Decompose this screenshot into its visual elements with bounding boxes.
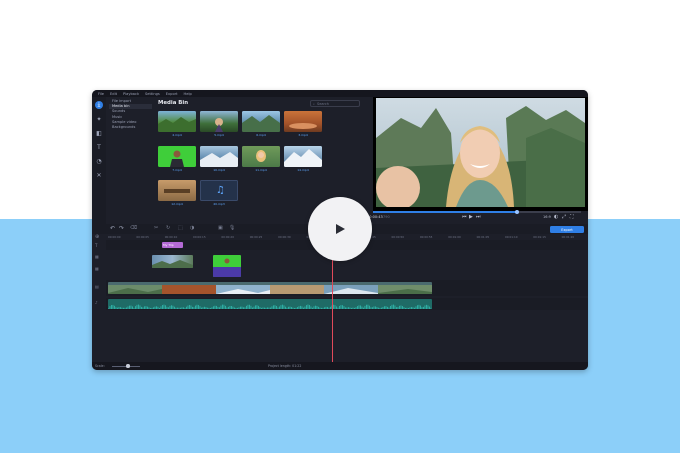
status-bar: Scale: Project length: 01:22 bbox=[92, 362, 588, 370]
undo-icon[interactable]: ↶ bbox=[110, 225, 115, 232]
overlay-clip[interactable] bbox=[152, 255, 193, 268]
music-note-icon: ♫ bbox=[216, 185, 225, 196]
import-nav: File import Media bin Sounds Music Sampl… bbox=[109, 99, 152, 219]
menu-bar: File Edit Playback Settings Export Help bbox=[92, 90, 588, 97]
project-length: Project length: 01:22 bbox=[268, 364, 302, 368]
preview-player[interactable] bbox=[373, 97, 588, 211]
magic-wand-icon[interactable]: ✦ bbox=[95, 115, 103, 123]
media-thumb[interactable] bbox=[158, 146, 196, 167]
crop-icon[interactable]: ⬚ bbox=[178, 225, 183, 231]
media-thumb-label: 7.mp4 bbox=[172, 168, 182, 172]
main-video-clip[interactable] bbox=[108, 282, 432, 294]
ruler-tick: 00:00:20 bbox=[221, 234, 234, 239]
media-thumb-label: 11.mp4 bbox=[255, 168, 267, 172]
progress-fill bbox=[373, 211, 517, 213]
aspect-ratio[interactable]: 16:9 bbox=[543, 215, 551, 219]
ruler-tick: 00:00:50 bbox=[391, 234, 405, 239]
ruler-tick: 00:00:10 bbox=[164, 234, 178, 239]
audio-clip[interactable] bbox=[108, 299, 432, 309]
play-icon[interactable]: ▶ bbox=[469, 214, 473, 220]
ruler-tick: 00:00:05 bbox=[136, 234, 149, 239]
ruler-tick: 00:00:15 bbox=[193, 234, 206, 239]
fullscreen-icon[interactable]: ⛶ bbox=[570, 214, 574, 220]
import-tool-icon[interactable]: ⤓ bbox=[95, 101, 103, 109]
add-track-icon[interactable]: ⊕ bbox=[95, 234, 99, 240]
media-thumb-label: 40.mp3 bbox=[213, 202, 225, 206]
media-thumb[interactable] bbox=[242, 146, 280, 167]
nav-backgrounds[interactable]: Backgrounds bbox=[109, 125, 152, 130]
zoom-handle[interactable] bbox=[126, 364, 130, 368]
menu-settings[interactable]: Settings bbox=[145, 92, 160, 96]
export-button[interactable]: Export bbox=[550, 226, 584, 233]
media-search-input[interactable]: ⌕ Search bbox=[310, 100, 360, 107]
media-thumb[interactable] bbox=[158, 111, 196, 132]
titles-icon[interactable]: T bbox=[95, 143, 103, 151]
tool-sidebar: ⤓ ✦ ◧ T ◔ ✕ bbox=[92, 97, 106, 225]
media-thumb[interactable] bbox=[284, 146, 322, 167]
media-thumb[interactable]: ♫ bbox=[200, 180, 238, 201]
playback-progress-bar[interactable] bbox=[373, 209, 581, 214]
redo-icon[interactable]: ↷ bbox=[119, 225, 124, 232]
media-thumb[interactable] bbox=[158, 180, 196, 201]
menu-file[interactable]: File bbox=[98, 92, 104, 96]
media-thumb-label: 14.mp4 bbox=[297, 168, 309, 172]
overlay-track-icon: ▦ bbox=[95, 266, 99, 271]
media-thumb-label: 5.mp4 bbox=[214, 133, 224, 137]
ruler-tick: 00:01:15 bbox=[533, 234, 546, 239]
ruler-tick: 00:01:10 bbox=[504, 234, 518, 239]
ruler-tick: 00:00:25 bbox=[249, 234, 263, 239]
audio-track-icon: ♪ bbox=[95, 300, 98, 305]
skip-back-icon[interactable]: ⏮ bbox=[462, 214, 467, 220]
stickers-icon[interactable]: ◔ bbox=[95, 157, 103, 165]
timecode-suffix: 790 bbox=[383, 215, 390, 219]
media-thumb[interactable] bbox=[200, 111, 238, 132]
skip-forward-icon[interactable]: ⏭ bbox=[476, 214, 481, 220]
title-clip[interactable]: My Trip bbox=[162, 242, 183, 248]
delete-icon[interactable]: ⌫ bbox=[130, 225, 137, 231]
media-thumb-label: 6.mp4 bbox=[256, 133, 266, 137]
title-clip-label: My Trip bbox=[163, 243, 174, 247]
cut-icon[interactable]: ✂ bbox=[154, 225, 158, 231]
ruler-tick: 00:00:55 bbox=[419, 234, 433, 239]
search-placeholder: Search bbox=[316, 101, 329, 106]
media-thumb[interactable] bbox=[200, 146, 238, 167]
media-thumb[interactable] bbox=[242, 111, 280, 132]
scale-label: Scale: bbox=[95, 364, 105, 368]
record-icon[interactable]: 🎙 bbox=[229, 225, 235, 231]
media-thumb-label: 3.mp4 bbox=[298, 133, 308, 137]
more-tools-icon[interactable]: ✕ bbox=[95, 171, 103, 179]
ruler-tick: 00:00:00 bbox=[108, 234, 121, 239]
video-track-icon: ▤ bbox=[95, 284, 99, 289]
menu-playback[interactable]: Playback bbox=[123, 92, 139, 96]
ruler-tick: 00:01:00 bbox=[448, 234, 461, 239]
menu-edit[interactable]: Edit bbox=[110, 92, 117, 96]
media-bin-title: Media Bin bbox=[158, 100, 189, 106]
transitions-icon[interactable]: ◧ bbox=[95, 129, 103, 137]
text-track-icon: T bbox=[95, 243, 98, 248]
overlay-track-icon: ▦ bbox=[95, 254, 99, 259]
volume-icon[interactable]: ◐ bbox=[554, 214, 558, 220]
preview-frame bbox=[376, 98, 585, 207]
menu-help[interactable]: Help bbox=[184, 92, 192, 96]
play-icon bbox=[336, 224, 345, 234]
player-controls: 00:00:43 790 ⏮ ▶ ⏭ 16:9 ◐ ⤢ ⛶ bbox=[367, 214, 588, 222]
ruler-tick: 00:01:20 bbox=[561, 234, 575, 239]
media-thumb-label: 12.mp4 bbox=[171, 202, 183, 206]
fit-icon[interactable]: ⤢ bbox=[562, 214, 566, 220]
ruler-tick: 00:00:30 bbox=[278, 234, 291, 239]
media-icon[interactable]: ▣ bbox=[218, 225, 223, 231]
play-video-button[interactable] bbox=[308, 197, 372, 261]
green-screen-clip[interactable] bbox=[213, 255, 241, 277]
media-thumb-label: 10.mp4 bbox=[213, 168, 225, 172]
ruler-tick: 00:01:05 bbox=[476, 234, 490, 239]
track-icons-column: ⊕ T ▦ ▦ ▤ ♪ bbox=[92, 234, 106, 360]
color-icon[interactable]: ◑ bbox=[190, 225, 194, 231]
search-icon: ⌕ bbox=[313, 101, 315, 106]
rotate-icon[interactable]: ↻ bbox=[166, 225, 170, 231]
menu-export[interactable]: Export bbox=[166, 92, 178, 96]
media-thumb[interactable] bbox=[284, 111, 322, 132]
media-thumb-label: 4.mp4 bbox=[172, 133, 182, 137]
